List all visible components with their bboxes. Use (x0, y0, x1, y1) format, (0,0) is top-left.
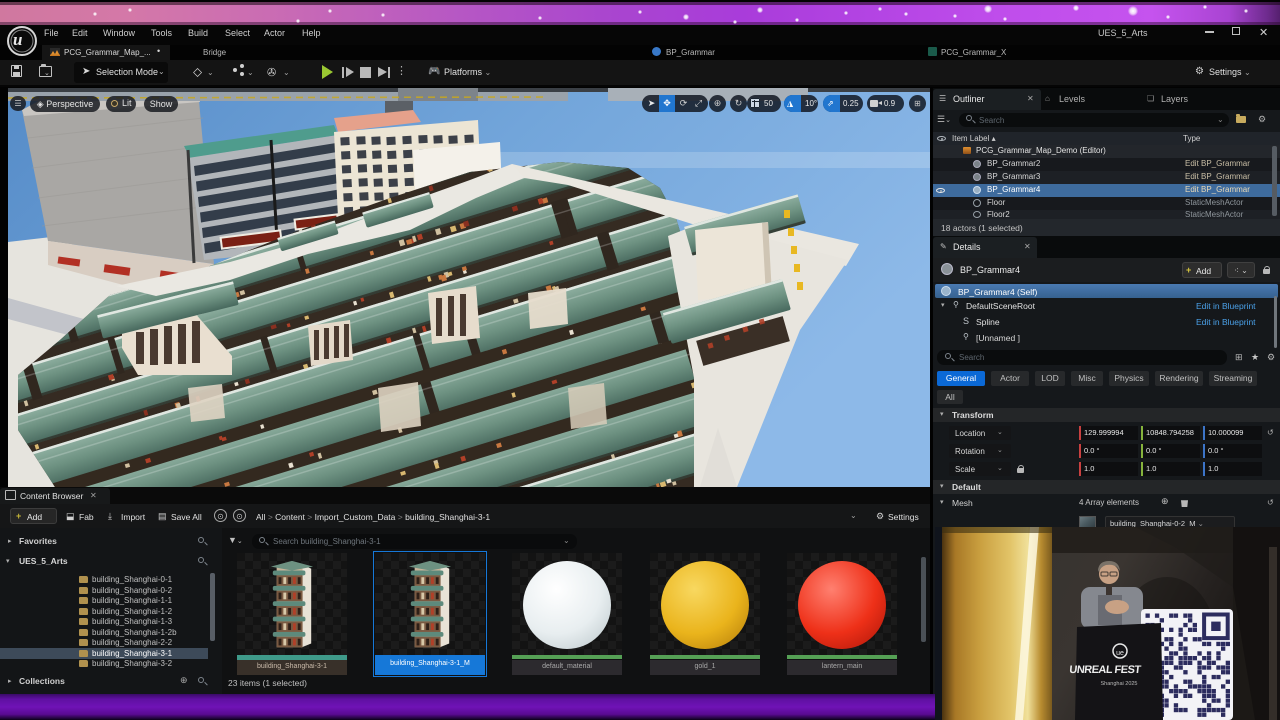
svg-text:UNREAL FEST: UNREAL FEST (1069, 664, 1142, 676)
svg-text:ue: ue (1116, 650, 1124, 657)
svg-text:Shanghai 2025: Shanghai 2025 (1100, 681, 1137, 687)
